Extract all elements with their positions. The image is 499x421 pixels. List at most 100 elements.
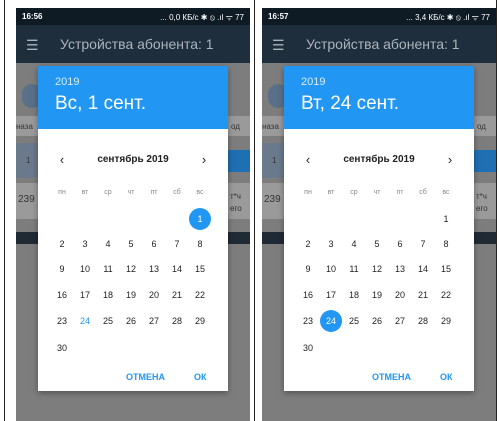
calendar-day-16[interactable]: 16 <box>51 284 73 306</box>
calendar-day-28[interactable]: 28 <box>412 310 434 332</box>
cancel-button[interactable]: ОТМЕНА <box>372 372 411 382</box>
calendar-day-8[interactable]: 8 <box>435 233 457 255</box>
next-month-icon[interactable]: › <box>194 152 214 167</box>
calendar-day-25[interactable]: 25 <box>97 310 119 332</box>
selected-date[interactable]: Вс, 1 сент. <box>55 93 146 115</box>
calendar-day-30[interactable]: 30 <box>51 337 73 359</box>
calendar-day-27[interactable]: 27 <box>389 310 411 332</box>
ok-button[interactable]: ОК <box>194 372 207 382</box>
calendar-day-2[interactable]: 2 <box>297 233 319 255</box>
frame-divider-right <box>496 0 497 421</box>
selected-year[interactable]: 2019 <box>55 76 79 88</box>
forward-label: од <box>231 122 240 131</box>
calendar-day-17[interactable]: 17 <box>74 284 96 306</box>
calendar-day-23[interactable]: 23 <box>51 310 73 332</box>
calendar-day-6[interactable]: 6 <box>143 233 165 255</box>
calendar-day-3[interactable]: 3 <box>74 233 96 255</box>
month-navigation: ‹ сентябрь 2019 › <box>38 152 228 168</box>
calendar-day-22[interactable]: 22 <box>435 284 457 306</box>
calendar-day-24[interactable]: 24 <box>74 310 96 332</box>
meter-total: его <box>476 204 488 213</box>
calendar-day-6[interactable]: 6 <box>389 233 411 255</box>
prev-month-icon[interactable]: ‹ <box>52 152 72 167</box>
calendar-day-8[interactable]: 8 <box>189 233 211 255</box>
calendar-day-1[interactable]: 1 <box>189 208 211 230</box>
calendar-day-11[interactable]: 11 <box>343 258 365 280</box>
calendar-day-11[interactable]: 11 <box>97 258 119 280</box>
calendar-day-13[interactable]: 13 <box>389 258 411 280</box>
calendar-day-7[interactable]: 7 <box>412 233 434 255</box>
calendar-day-23[interactable]: 23 <box>297 310 319 332</box>
blue-action-card <box>474 150 496 172</box>
ok-button[interactable]: ОК <box>440 372 453 382</box>
cancel-button[interactable]: ОТМЕНА <box>126 372 165 382</box>
info-small: 1 <box>26 156 31 165</box>
calendar-day-5[interactable]: 5 <box>366 233 388 255</box>
calendar-day-21[interactable]: 21 <box>166 284 188 306</box>
calendar-day-29[interactable]: 29 <box>189 310 211 332</box>
calendar-day-29[interactable]: 29 <box>435 310 457 332</box>
calendar-day-7[interactable]: 7 <box>166 233 188 255</box>
calendar-day-5[interactable]: 5 <box>120 233 142 255</box>
frame-divider-left <box>4 0 5 421</box>
weekday-label: вс <box>442 189 450 196</box>
app-bar: ☰ Устройства абонента: 1 <box>262 25 496 63</box>
calendar-day-10[interactable]: 10 <box>320 258 342 280</box>
calendar-day-10[interactable]: 10 <box>74 258 96 280</box>
month-navigation: ‹ сентябрь 2019 › <box>284 152 474 168</box>
calendar-day-12[interactable]: 12 <box>120 258 142 280</box>
calendar-day-2[interactable]: 2 <box>51 233 73 255</box>
calendar-day-30[interactable]: 30 <box>297 337 319 359</box>
calendar-day-9[interactable]: 9 <box>297 258 319 280</box>
weekday-label: вс <box>196 189 204 196</box>
next-month-icon[interactable]: › <box>440 152 460 167</box>
calendar-day-14[interactable]: 14 <box>412 258 434 280</box>
hamburger-menu-icon[interactable]: ☰ <box>272 37 285 54</box>
calendar-day-4[interactable]: 4 <box>97 233 119 255</box>
calendar-day-24[interactable]: 24 <box>320 310 342 332</box>
calendar-day-22[interactable]: 22 <box>189 284 211 306</box>
weekday-label: вт <box>327 189 335 196</box>
weekday-label: сб <box>173 189 181 196</box>
calendar-day-26[interactable]: 26 <box>120 310 142 332</box>
app-title: Устройства абонента: 1 <box>60 36 214 52</box>
calendar-day-18[interactable]: 18 <box>343 284 365 306</box>
forward-label: од <box>477 122 486 131</box>
calendar-day-13[interactable]: 13 <box>143 258 165 280</box>
calendar-day-14[interactable]: 14 <box>166 258 188 280</box>
date-picker-dialog: 2019 Вс, 1 сент. ‹ сентябрь 2019 › пн вт с… <box>38 66 228 391</box>
calendar-day-3[interactable]: 3 <box>320 233 342 255</box>
calendar-day-19[interactable]: 19 <box>366 284 388 306</box>
calendar-day-21[interactable]: 21 <box>412 284 434 306</box>
selected-date[interactable]: Вт, 24 сент. <box>301 93 399 115</box>
calendar-day-1[interactable]: 1 <box>435 208 457 230</box>
calendar-day-20[interactable]: 20 <box>143 284 165 306</box>
weekday-label: чт <box>373 189 381 196</box>
calendar-day-26[interactable]: 26 <box>366 310 388 332</box>
calendar-day-17[interactable]: 17 <box>320 284 342 306</box>
calendar-day-25[interactable]: 25 <box>343 310 365 332</box>
calendar-day-15[interactable]: 15 <box>435 258 457 280</box>
calendar-day-19[interactable]: 19 <box>120 284 142 306</box>
calendar-day-9[interactable]: 9 <box>51 258 73 280</box>
prev-month-icon[interactable]: ‹ <box>298 152 318 167</box>
calendar-day-27[interactable]: 27 <box>143 310 165 332</box>
meter-code: 239 <box>264 194 281 205</box>
calendar-day-20[interactable]: 20 <box>389 284 411 306</box>
status-bar: 16:57 ... 3,4 КБ/с ✱ ⦸ .ıl ᯤ 77 <box>262 8 496 25</box>
status-indicators: ... 3,4 КБ/с ✱ ⦸ .ıl ᯤ 77 <box>406 13 490 22</box>
phone-screen-2: 16:57 ... 3,4 КБ/с ✱ ⦸ .ıl ᯤ 77 ☰ Устрой… <box>262 8 496 421</box>
frame-divider-middle <box>254 0 255 421</box>
date-picker-dialog: 2019 Вт, 24 сент. ‹ сентябрь 2019 › пн вт… <box>284 66 474 391</box>
hamburger-menu-icon[interactable]: ☰ <box>26 37 39 54</box>
calendar-day-28[interactable]: 28 <box>166 310 188 332</box>
blue-action-card <box>228 150 250 172</box>
weekday-label: сб <box>419 189 427 196</box>
meter-code: 239 <box>18 194 35 205</box>
calendar-day-15[interactable]: 15 <box>189 258 211 280</box>
calendar-day-4[interactable]: 4 <box>343 233 365 255</box>
calendar-day-18[interactable]: 18 <box>97 284 119 306</box>
calendar-day-16[interactable]: 16 <box>297 284 319 306</box>
calendar-day-12[interactable]: 12 <box>366 258 388 280</box>
selected-year[interactable]: 2019 <box>301 76 325 88</box>
